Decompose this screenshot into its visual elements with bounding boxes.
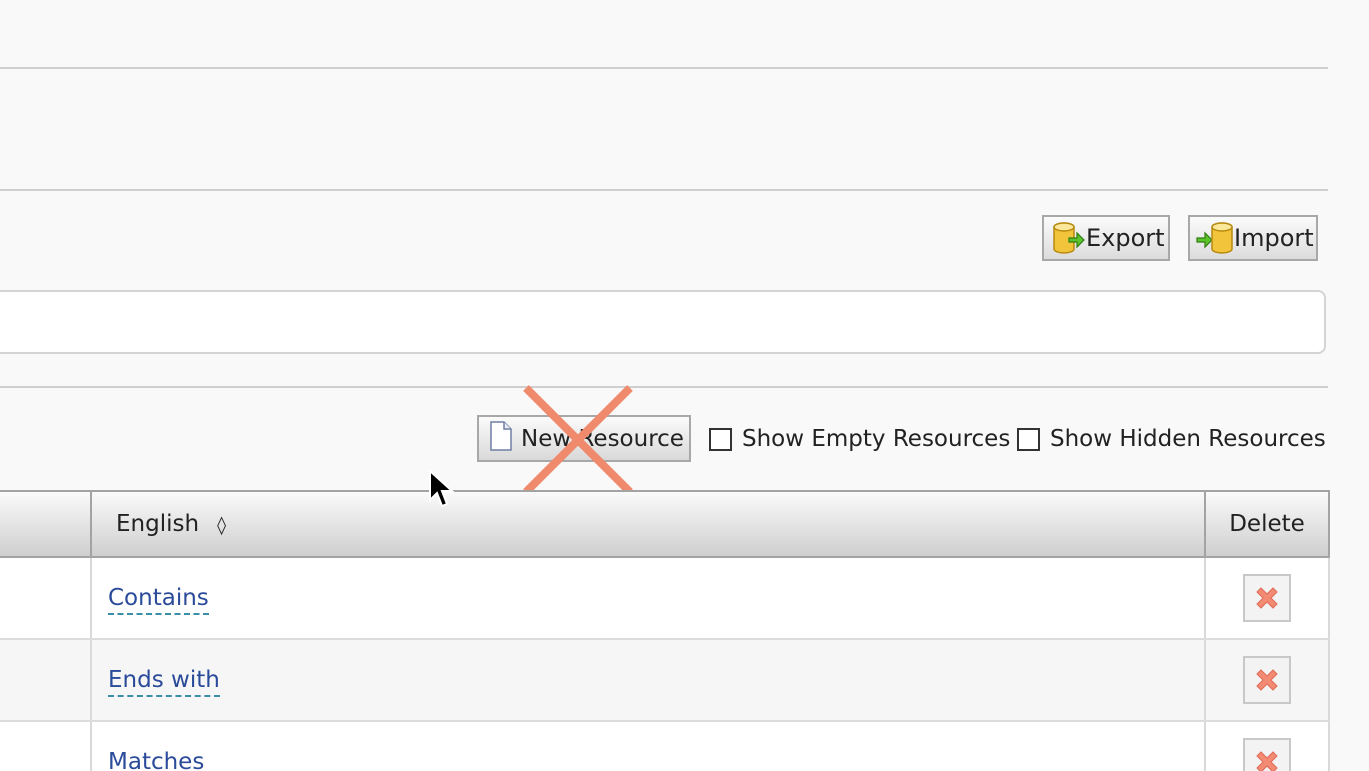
- row-key-cell: [0, 557, 92, 640]
- import-label: Import: [1234, 224, 1314, 252]
- row-key-cell: [0, 721, 92, 771]
- show-hidden-checkbox[interactable]: [1017, 427, 1040, 451]
- new-resource-button[interactable]: New Resource: [477, 415, 691, 462]
- row-delete-cell: [1204, 639, 1330, 722]
- show-hidden-label: Show Hidden Resources: [1050, 426, 1326, 452]
- column-header-key: [0, 490, 92, 558]
- red-x-icon: [1256, 587, 1278, 609]
- row-english-cell: Ends with: [90, 639, 1206, 722]
- resource-link[interactable]: Contains: [108, 585, 209, 615]
- delete-button[interactable]: [1243, 574, 1291, 622]
- column-header-english[interactable]: English ◊: [90, 490, 1206, 558]
- red-x-icon: [1256, 751, 1278, 771]
- resources-divider: [0, 386, 1328, 388]
- sort-icon[interactable]: ◊: [217, 515, 226, 536]
- resource-link[interactable]: Ends with: [108, 667, 220, 697]
- red-x-icon: [1256, 669, 1278, 691]
- export-button[interactable]: Export: [1042, 215, 1170, 261]
- export-label: Export: [1086, 224, 1165, 252]
- english-header-label: English: [116, 511, 200, 537]
- resources-table: English ◊ Delete Contains Ends with Matc…: [0, 490, 1330, 771]
- delete-button[interactable]: [1243, 656, 1291, 704]
- database-import-icon: [1196, 220, 1234, 256]
- column-header-delete: Delete: [1204, 490, 1330, 558]
- row-key-cell: [0, 639, 92, 722]
- row-delete-cell: [1204, 557, 1330, 640]
- top-divider: [0, 67, 1328, 69]
- import-button[interactable]: Import: [1188, 215, 1318, 261]
- document-icon: [489, 420, 513, 457]
- show-empty-checkbox[interactable]: [709, 427, 732, 451]
- new-resource-label: New Resource: [521, 425, 684, 452]
- show-empty-resources-toggle[interactable]: Show Empty Resources: [709, 426, 1010, 452]
- table-row: Matches: [0, 721, 1330, 771]
- row-english-cell: Matches: [90, 721, 1206, 771]
- table-row: Contains: [0, 557, 1330, 640]
- filter-box[interactable]: [0, 290, 1326, 354]
- table-row: Ends with: [0, 639, 1330, 722]
- row-delete-cell: [1204, 721, 1330, 771]
- delete-button[interactable]: [1243, 738, 1291, 771]
- section-divider: [0, 189, 1328, 191]
- show-empty-label: Show Empty Resources: [742, 426, 1011, 452]
- row-english-cell: Contains: [90, 557, 1206, 640]
- resource-link[interactable]: Matches: [108, 749, 205, 771]
- database-export-icon: [1050, 220, 1086, 256]
- show-hidden-resources-toggle[interactable]: Show Hidden Resources: [1017, 426, 1326, 452]
- delete-header-label: Delete: [1229, 511, 1305, 537]
- table-header: English ◊ Delete: [0, 490, 1330, 558]
